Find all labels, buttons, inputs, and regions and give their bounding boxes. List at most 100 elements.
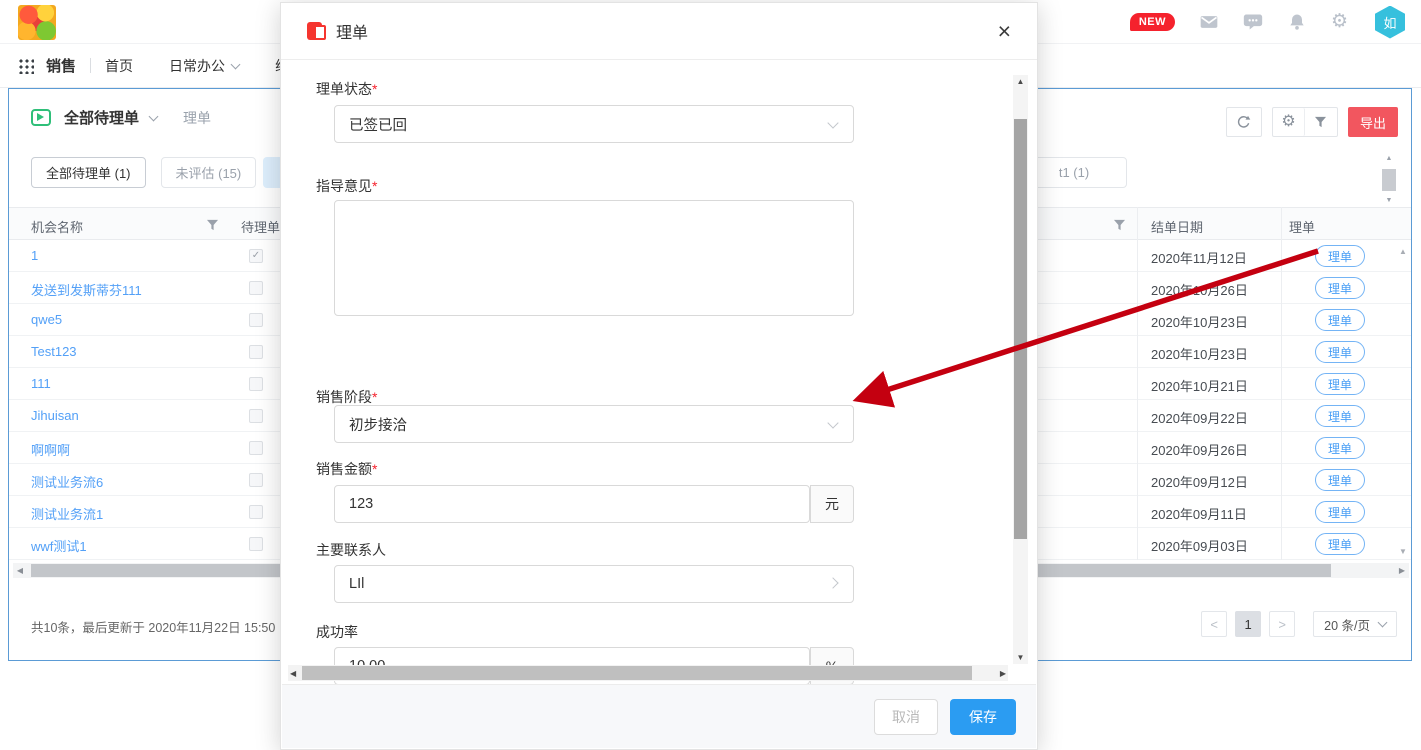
scroll-right-icon[interactable]: ▶ [1000, 669, 1006, 678]
modal-header: 理单 × [281, 3, 1037, 60]
new-badge[interactable]: NEW [1130, 13, 1175, 31]
scroll-down-icon[interactable]: ▼ [1386, 197, 1393, 205]
col-header-name[interactable]: 机会名称 [31, 217, 83, 236]
view-chevron-down-icon[interactable] [149, 111, 159, 121]
modal-horizontal-scrollbar[interactable]: ◀ ▶ [288, 665, 1008, 681]
pending-checkbox[interactable] [249, 473, 263, 487]
lidan-button[interactable]: 理单 [1315, 469, 1365, 491]
required-asterisk: * [372, 389, 377, 405]
pending-checkbox[interactable] [249, 377, 263, 391]
scroll-up-icon[interactable]: ▲ [1013, 77, 1028, 86]
view-header: 全部待理单 理单 [31, 107, 211, 128]
tabs-scrollbar[interactable]: ▲ ▼ [1381, 155, 1397, 205]
col-header-close-date[interactable]: 结单日期 [1151, 217, 1203, 236]
lidan-button[interactable]: 理单 [1315, 245, 1365, 267]
page-size-select[interactable]: 20 条/页 [1313, 611, 1397, 637]
date-filter-icon[interactable] [1113, 219, 1126, 231]
close-date: 2020年09月03日 [1151, 536, 1248, 555]
filter-funnel-button[interactable] [1305, 108, 1337, 136]
opportunity-link[interactable]: wwf测试1 [31, 536, 87, 555]
opportunity-link[interactable]: Jihuisan [31, 408, 79, 423]
scroll-left-icon[interactable]: ◀ [13, 566, 27, 575]
view-icon [31, 109, 51, 126]
pending-checkbox[interactable] [249, 345, 263, 359]
modal-vertical-scrollbar[interactable]: ▲ ▼ [1013, 75, 1028, 664]
column-gear-icon[interactable]: ⚙ [1273, 108, 1305, 136]
scroll-thumb[interactable] [1014, 119, 1027, 539]
filter-button-all-pending[interactable]: 全部待理单 (1) [31, 157, 146, 188]
nav-app-label: 销售 [46, 55, 76, 76]
pending-checkbox[interactable] [249, 249, 263, 263]
nav-item-daily[interactable]: 日常办公 [169, 56, 239, 76]
lidan-button[interactable]: 理单 [1315, 437, 1365, 459]
contact-lookup-input[interactable]: LIl [334, 565, 854, 603]
pending-checkbox[interactable] [249, 505, 263, 519]
opportunity-link[interactable]: 111 [31, 376, 51, 391]
column-settings-group: ⚙ [1272, 107, 1338, 137]
nav-divider [90, 58, 91, 73]
app-logo[interactable] [18, 5, 56, 40]
save-button[interactable]: 保存 [950, 699, 1016, 735]
view-title[interactable]: 全部待理单 [64, 107, 139, 128]
pending-checkbox[interactable] [249, 409, 263, 423]
close-date: 2020年10月23日 [1151, 344, 1248, 363]
opportunity-link[interactable]: 测试业务流6 [31, 472, 103, 491]
pending-checkbox[interactable] [249, 537, 263, 551]
amount-input[interactable]: 123 元 [334, 485, 810, 523]
scroll-right-icon[interactable]: ▶ [1395, 566, 1409, 575]
chat-icon[interactable] [1243, 12, 1263, 32]
close-icon[interactable]: × [998, 21, 1011, 41]
lidan-button[interactable]: 理单 [1315, 501, 1365, 523]
amount-unit: 元 [810, 485, 854, 523]
table-scroll-down-icon[interactable]: ▼ [1399, 547, 1407, 556]
field-label-contact: 主要联系人 [316, 540, 386, 560]
settings-gear-icon[interactable]: ⚙ [1331, 12, 1351, 32]
status-text: 共10条，最后更新于 2020年11月22日 15:50 [31, 617, 275, 636]
opportunity-link[interactable]: 啊啊啊 [31, 440, 70, 459]
bell-icon[interactable] [1287, 12, 1307, 32]
pending-checkbox[interactable] [249, 281, 263, 295]
scroll-left-icon[interactable]: ◀ [290, 669, 296, 678]
col-header-pending[interactable]: 待理单 [241, 217, 280, 236]
guidance-textarea[interactable] [334, 200, 854, 316]
status-select[interactable]: 已签已回 [334, 105, 854, 143]
lidan-button[interactable]: 理单 [1315, 405, 1365, 427]
stage-select[interactable]: 初步接洽 [334, 405, 854, 443]
opportunity-link[interactable]: Test123 [31, 344, 77, 359]
close-date: 2020年11月12日 [1151, 248, 1247, 267]
lidan-button[interactable]: 理单 [1315, 373, 1365, 395]
avatar[interactable]: 如 [1375, 6, 1405, 39]
prev-page-button[interactable]: < [1201, 611, 1227, 637]
opportunity-link[interactable]: qwe5 [31, 312, 62, 327]
export-button[interactable]: 导出 [1348, 107, 1398, 137]
scroll-thumb[interactable] [1382, 169, 1396, 191]
next-page-button[interactable]: > [1269, 611, 1295, 637]
current-page[interactable]: 1 [1235, 611, 1261, 637]
refresh-button[interactable] [1226, 107, 1262, 137]
nav-item-home[interactable]: 首页 [105, 56, 133, 76]
apps-grid-icon[interactable] [18, 58, 34, 74]
chevron-down-icon [827, 117, 838, 128]
table-scroll-up-icon[interactable]: ▲ [1399, 247, 1407, 256]
lidan-button[interactable]: 理单 [1315, 309, 1365, 331]
field-label-status: 理单状态* [316, 79, 377, 99]
opportunity-link[interactable]: 1 [31, 248, 38, 263]
opportunity-link[interactable]: 发送到发斯蒂芬111 [31, 280, 142, 299]
pending-checkbox[interactable] [249, 441, 263, 455]
pending-checkbox[interactable] [249, 313, 263, 327]
opportunity-link[interactable]: 测试业务流1 [31, 504, 103, 523]
scroll-down-icon[interactable]: ▼ [1013, 653, 1028, 662]
scroll-up-icon[interactable]: ▲ [1386, 155, 1393, 163]
lidan-modal: 理单 × 理单状态* 已签已回 指导意见* 销售阶段* 初步接洽 销售金额* 1… [280, 2, 1038, 750]
modal-title: 理单 [336, 19, 368, 43]
lidan-button[interactable]: 理单 [1315, 341, 1365, 363]
scroll-thumb[interactable] [302, 666, 972, 680]
required-asterisk: * [372, 81, 377, 97]
cancel-button[interactable]: 取消 [874, 699, 938, 735]
lidan-button[interactable]: 理单 [1315, 533, 1365, 555]
lidan-button[interactable]: 理单 [1315, 277, 1365, 299]
column-divider [1281, 207, 1282, 560]
mail-icon[interactable] [1199, 12, 1219, 32]
filter-button-unevaluated[interactable]: 未评估 (15) [161, 157, 257, 188]
name-filter-icon[interactable] [206, 219, 219, 231]
